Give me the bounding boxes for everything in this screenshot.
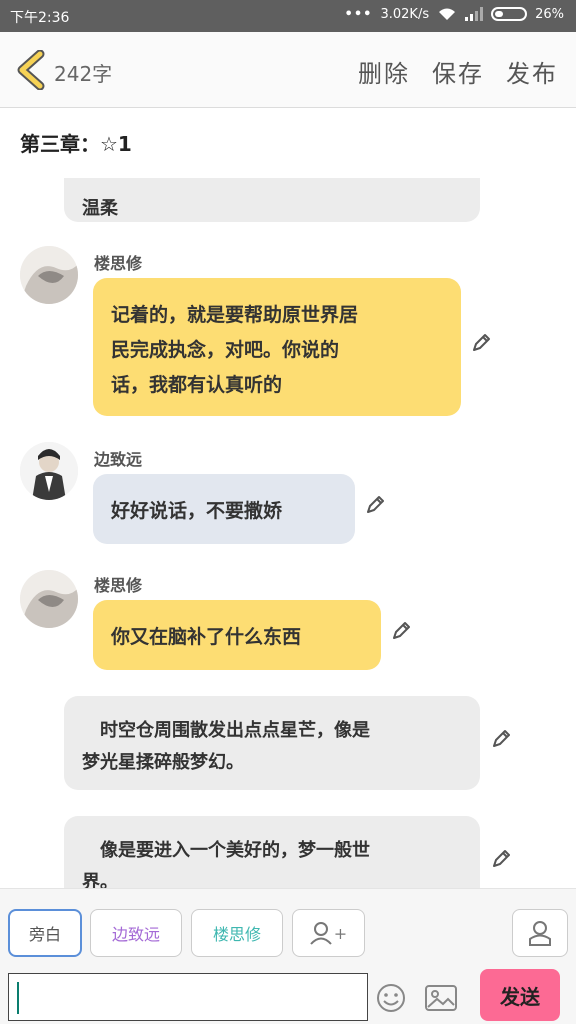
avatar-lousixiu[interactable] [20, 246, 78, 304]
word-count: 242字 [54, 62, 113, 86]
status-time: 下午2:36 [10, 10, 70, 26]
status-bar: 下午2:36 ••• 3.02K/s 26% [0, 0, 576, 32]
person-icon [529, 921, 551, 946]
dialogue-line: 民完成执念，对吧。你说的 [111, 339, 340, 361]
narration-line: 像是要进入一个美好的，梦一般世 [82, 840, 370, 861]
avatar-bianzhiyuan-image [20, 442, 78, 500]
avatar-lousixiu-image [20, 246, 78, 304]
edit-pencil-icon[interactable] [390, 620, 412, 642]
role-narration-button[interactable]: 旁白 [8, 909, 82, 957]
send-button[interactable]: 发送 [480, 969, 560, 1021]
publish-button[interactable]: 发布 [506, 54, 558, 89]
add-role-plus: + [333, 923, 348, 943]
back-chevron-icon[interactable] [14, 50, 48, 90]
avatar-lousixiu[interactable] [20, 570, 78, 628]
edit-pencil-icon[interactable] [364, 494, 386, 516]
narration-bubble[interactable]: 时空仓周围散发出点点星芒，像是 梦光星揉碎般梦幻。 [64, 696, 480, 790]
speaker-name: 边致远 [94, 450, 143, 469]
text-caret [17, 982, 19, 1014]
dialogue-line: 话，我都有认真听的 [111, 374, 283, 396]
role-bianzhiyuan-button[interactable]: 边致远 [90, 909, 182, 957]
narration-line: 时空仓周围散发出点点星芒，像是 [82, 720, 370, 741]
add-role-button[interactable]: + [292, 909, 365, 957]
emoji-icon[interactable] [376, 983, 406, 1013]
message-input[interactable] [8, 973, 368, 1021]
nav-actions: 删除 保存 发布 [358, 54, 558, 89]
delete-button[interactable]: 删除 [358, 54, 410, 89]
chapter-title: 第三章：☆1 [20, 132, 132, 156]
dialogue-line: 好好说话，不要撒娇 [111, 500, 283, 522]
narration-bubble[interactable]: 温柔 [64, 178, 480, 222]
dialogue-bubble[interactable]: 你又在脑补了什么东西 [93, 600, 381, 670]
narration-bubble[interactable]: 像是要进入一个美好的，梦一般世 界。 [64, 816, 480, 888]
role-label: 旁白 [28, 925, 61, 944]
narration-text: 温柔 [82, 198, 118, 219]
battery-icon [491, 7, 528, 21]
avatar-bianzhiyuan[interactable] [20, 442, 78, 500]
role-label: 边致远 [111, 925, 160, 944]
signal-dots: ••• [344, 6, 373, 22]
dialogue-bubble[interactable]: 记着的，就是要帮助原世界居 民完成执念，对吧。你说的 话，我都有认真听的 [93, 278, 461, 416]
network-speed: 3.02K/s [380, 6, 430, 22]
image-icon[interactable] [425, 985, 457, 1011]
dialogue-line: 记着的，就是要帮助原世界居 [111, 304, 359, 326]
send-label: 发送 [500, 984, 540, 1009]
dialogue-bubble[interactable]: 好好说话，不要撒娇 [93, 474, 355, 544]
narration-line: 界。 [82, 872, 118, 888]
add-person-icon [310, 922, 332, 945]
edit-pencil-icon[interactable] [470, 332, 492, 354]
dialogue-line: 你又在脑补了什么东西 [111, 626, 302, 648]
speaker-name: 楼思修 [94, 576, 143, 595]
cell-signal-icon [465, 7, 484, 21]
status-right: ••• 3.02K/s 26% [345, 6, 564, 22]
bottom-toolbar: 旁白 边致远 楼思修 + 发送 [0, 888, 576, 1024]
chat-area[interactable]: 温柔 楼思修 记着的，就是要帮助原世界居 民完成执念，对吧。你说的 话，我都有认… [0, 178, 576, 888]
battery-percent: 26% [535, 6, 564, 22]
role-lousixiu-button[interactable]: 楼思修 [191, 909, 283, 957]
save-button[interactable]: 保存 [432, 54, 484, 89]
top-nav-bar: 242字 删除 保存 发布 [0, 32, 576, 108]
role-manager-button[interactable] [512, 909, 568, 957]
narration-line: 梦光星揉碎般梦幻。 [82, 752, 244, 773]
role-label: 楼思修 [212, 925, 261, 944]
speaker-name: 楼思修 [94, 254, 143, 273]
edit-pencil-icon[interactable] [490, 848, 512, 870]
avatar-lousixiu-image [20, 570, 78, 628]
edit-pencil-icon[interactable] [490, 728, 512, 750]
wifi-icon [439, 8, 456, 20]
